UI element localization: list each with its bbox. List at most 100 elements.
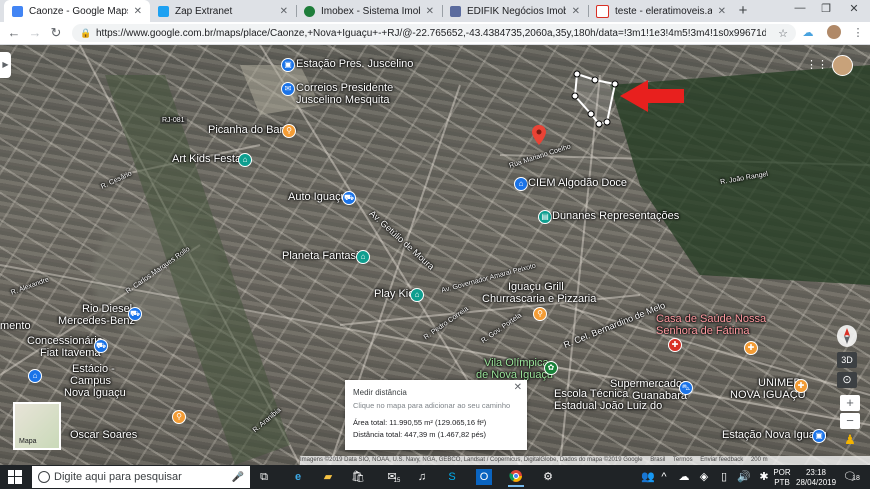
shopping-icon[interactable]: ⌂ bbox=[238, 153, 252, 167]
restore-button[interactable]: ❐ bbox=[814, 2, 838, 20]
file-explorer-icon[interactable]: ▰ bbox=[320, 469, 336, 485]
poi-label[interactable]: Guanabara bbox=[632, 390, 687, 402]
poi-label[interactable]: Estação Pres. Juscelino bbox=[296, 58, 413, 70]
back-arrow-icon[interactable]: ← bbox=[6, 25, 22, 41]
terms-link[interactable]: Termos bbox=[673, 457, 693, 463]
grocery-icon[interactable]: ⛍ bbox=[679, 381, 693, 395]
tab-imobex[interactable]: Imobex - Sistema Imobiliário ✕ bbox=[296, 0, 442, 22]
clock[interactable]: 23:18 28/04/2019 bbox=[796, 469, 836, 487]
side-panel-toggle[interactable]: ▶ bbox=[0, 52, 11, 78]
poi-label[interactable]: Senhora de Fátima bbox=[656, 325, 750, 337]
compass-icon[interactable] bbox=[837, 325, 857, 347]
close-icon[interactable]: ✕ bbox=[280, 6, 288, 17]
poi-label[interactable]: Casa de Saúde Nossa bbox=[656, 313, 766, 325]
park-icon[interactable]: ✿ bbox=[544, 361, 558, 375]
poi-label[interactable]: Auto Iguaçu bbox=[288, 191, 347, 203]
windows-start-icon[interactable] bbox=[8, 470, 22, 484]
poi-label[interactable]: Fiat Itavema bbox=[40, 347, 101, 359]
poi-label[interactable]: Juscelino Mesquita bbox=[296, 94, 390, 106]
skype-icon[interactable]: S bbox=[444, 469, 460, 485]
car-dealer-icon[interactable]: ⛟ bbox=[342, 191, 356, 205]
bluetooth-icon[interactable]: ✱ bbox=[756, 469, 772, 485]
hospital-icon[interactable]: ✚ bbox=[668, 338, 682, 352]
reload-icon[interactable]: ↻ bbox=[48, 25, 64, 41]
shopping-icon[interactable]: ⌂ bbox=[410, 288, 424, 302]
poi-label[interactable]: Oscar Soares bbox=[70, 429, 137, 441]
taskbar-search-box[interactable]: Digite aqui para pesquisar 🎤 bbox=[32, 466, 250, 488]
close-icon[interactable]: ✕ bbox=[718, 6, 726, 17]
itunes-icon[interactable]: ♫ bbox=[414, 469, 430, 485]
feedback-link[interactable]: Enviar feedback bbox=[700, 457, 743, 463]
close-icon[interactable]: ✕ bbox=[426, 6, 434, 17]
zoom-in-button[interactable]: + bbox=[840, 395, 860, 411]
dropbox-icon[interactable]: ◈ bbox=[696, 469, 712, 485]
poi-label[interactable]: Concessionária bbox=[27, 335, 103, 347]
poi-label[interactable]: NOVA IGUAÇU bbox=[730, 389, 806, 401]
tab-zap-extranet[interactable]: Zap Extranet ✕ bbox=[150, 0, 296, 22]
store-icon[interactable]: ▤ bbox=[538, 210, 552, 224]
apps-grid-icon[interactable]: ⋮⋮ bbox=[806, 58, 828, 71]
restaurant-icon[interactable]: ⚲ bbox=[533, 307, 547, 321]
store-icon[interactable]: 🛍 bbox=[350, 469, 366, 485]
school-icon[interactable]: ⌂ bbox=[514, 177, 528, 191]
new-tab-button[interactable]: + bbox=[735, 2, 751, 20]
tab-google-maps[interactable]: Caonze - Google Maps ✕ bbox=[4, 0, 150, 22]
pegman-icon[interactable]: ♟ bbox=[840, 431, 860, 449]
map-layer-toggle[interactable]: Mapa bbox=[13, 402, 61, 450]
tilt-icon[interactable]: ⊙ bbox=[837, 372, 857, 388]
edge-browser-icon[interactable]: e bbox=[290, 469, 306, 485]
poi-label[interactable]: Estação Nova Iguaçu bbox=[722, 429, 827, 441]
restaurant-icon[interactable]: ⚲ bbox=[172, 410, 186, 424]
poi-label[interactable]: Campus bbox=[70, 375, 111, 387]
train-station-icon[interactable]: ▣ bbox=[812, 429, 826, 443]
3d-toggle-button[interactable]: 3D bbox=[837, 352, 857, 368]
close-icon[interactable]: ✕ bbox=[134, 6, 142, 17]
poi-label[interactable]: Churrascaria e Pizzaria bbox=[482, 293, 596, 305]
poi-label[interactable]: Play Kid bbox=[374, 288, 414, 300]
people-icon[interactable]: 👥 bbox=[640, 469, 656, 485]
poi-label[interactable]: Supermercados bbox=[610, 378, 688, 390]
poi-label[interactable]: Dunanes Representações bbox=[552, 210, 679, 222]
onedrive-icon[interactable]: ☁ bbox=[676, 469, 692, 485]
post-office-icon[interactable]: ✉ bbox=[281, 82, 295, 96]
cloud-extension-icon[interactable]: ☁ bbox=[800, 25, 816, 41]
chevron-up-icon[interactable]: ^ bbox=[656, 469, 672, 485]
poi-label[interactable]: mento bbox=[0, 320, 31, 332]
close-icon[interactable]: ✕ bbox=[572, 6, 580, 17]
account-avatar[interactable] bbox=[832, 55, 853, 76]
microphone-icon[interactable]: 🎤 bbox=[232, 472, 244, 483]
app-icon[interactable]: ⚙ bbox=[540, 469, 556, 485]
tab-gmail-teste[interactable]: teste - eleratimoveis.alugueis@ ✕ bbox=[588, 0, 734, 22]
school-icon[interactable]: ⌂ bbox=[28, 369, 42, 383]
car-dealer-icon[interactable]: ⛟ bbox=[94, 339, 108, 353]
poi-label[interactable]: Mercedes-Benz bbox=[58, 315, 135, 327]
zoom-out-button[interactable]: − bbox=[840, 413, 860, 429]
poi-label[interactable]: Nova Iguaçu bbox=[64, 387, 126, 399]
poi-label[interactable]: Correios Presidente bbox=[296, 82, 393, 94]
task-view-icon[interactable]: ⧉ bbox=[256, 469, 272, 485]
hospital-icon[interactable]: ✚ bbox=[794, 379, 808, 393]
train-station-icon[interactable]: ▣ bbox=[281, 58, 295, 72]
volume-icon[interactable]: 🔊 bbox=[736, 469, 752, 485]
restaurant-icon[interactable]: ⚲ bbox=[282, 124, 296, 138]
measured-area-polygon[interactable] bbox=[565, 70, 625, 130]
poi-label[interactable]: Vila Olímpica bbox=[484, 357, 549, 369]
hospital-icon[interactable]: ✚ bbox=[744, 341, 758, 355]
star-icon[interactable]: ☆ bbox=[778, 27, 788, 40]
car-dealer-icon[interactable]: ⛟ bbox=[128, 307, 142, 321]
language-indicator[interactable]: POR PTB bbox=[772, 469, 792, 487]
place-marker-icon[interactable] bbox=[532, 125, 546, 145]
window-close-button[interactable]: ✕ bbox=[842, 2, 866, 20]
poi-label[interactable]: Estácio - bbox=[72, 363, 115, 375]
poi-label[interactable]: Rio Diesel bbox=[82, 303, 132, 315]
address-bar[interactable]: 🔒 https://www.google.com.br/maps/place/C… bbox=[72, 24, 796, 42]
menu-icon[interactable]: ⋮ bbox=[850, 25, 866, 41]
close-icon[interactable]: ✕ bbox=[514, 382, 522, 393]
shopping-icon[interactable]: ⌂ bbox=[356, 250, 370, 264]
profile-avatar[interactable] bbox=[826, 25, 842, 41]
minimize-button[interactable]: — bbox=[788, 2, 812, 20]
poi-label[interactable]: Planeta Fantasia bbox=[282, 250, 365, 262]
country-link[interactable]: Brasil bbox=[650, 457, 665, 463]
forward-arrow-icon[interactable]: → bbox=[27, 25, 43, 41]
network-icon[interactable]: ▯ bbox=[716, 469, 732, 485]
